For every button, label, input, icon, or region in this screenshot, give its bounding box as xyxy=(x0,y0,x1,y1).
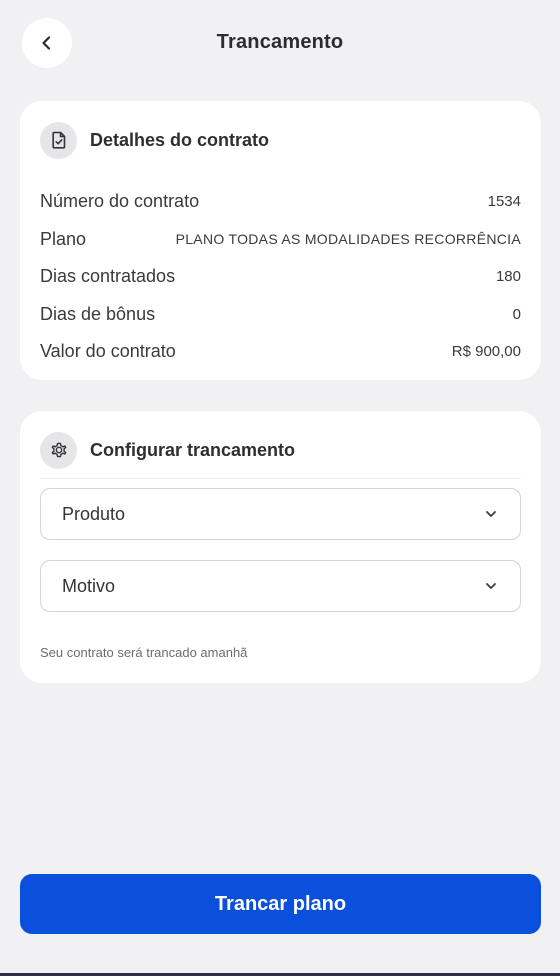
lock-config-card: Configurar trancamento Produto Motivo Se… xyxy=(20,411,541,683)
chevron-down-icon xyxy=(486,511,496,517)
row-label: Valor do contrato xyxy=(40,341,176,362)
plan-row: Plano PLANO TODAS AS MODALIDADES RECORRÊ… xyxy=(40,221,521,259)
reason-select[interactable]: Motivo xyxy=(40,560,521,612)
row-value: PLANO TODAS AS MODALIDADES RECORRÊNCIA xyxy=(175,231,521,248)
row-value: 0 xyxy=(512,305,521,323)
product-select[interactable]: Produto xyxy=(40,488,521,540)
row-label: Número do contrato xyxy=(40,191,200,212)
row-label: Plano xyxy=(40,228,87,249)
gear-icon xyxy=(40,431,77,469)
row-label: Dias contratados xyxy=(40,266,176,287)
chevron-down-icon xyxy=(486,583,496,589)
product-select-label: Produto xyxy=(62,503,126,524)
screen: Trancamento Detalhes do contrato Número … xyxy=(0,0,560,976)
contracted-days-row: Dias contratados 180 xyxy=(40,258,521,296)
header: Trancamento xyxy=(0,0,560,88)
document-check-icon xyxy=(40,121,77,159)
bonus-days-row: Dias de bônus 0 xyxy=(40,296,521,334)
row-value: 1534 xyxy=(487,193,521,211)
lock-plan-button[interactable]: Trancar plano xyxy=(20,874,541,934)
row-label: Dias de bônus xyxy=(40,303,156,324)
contract-details-header: Detalhes do contrato xyxy=(40,121,269,159)
lock-date-hint: Seu contrato será trancado amanhã xyxy=(40,645,248,660)
row-value: 180 xyxy=(495,268,521,286)
row-value: R$ 900,00 xyxy=(451,343,521,361)
lock-config-header: Configurar trancamento xyxy=(40,431,295,469)
page-title: Trancamento xyxy=(216,31,344,53)
lock-config-title: Configurar trancamento xyxy=(90,439,296,460)
contract-details-card: Detalhes do contrato Número do contrato … xyxy=(20,101,541,380)
contract-details-title: Detalhes do contrato xyxy=(90,129,270,150)
divider xyxy=(40,478,521,479)
reason-select-label: Motivo xyxy=(62,575,116,596)
contract-value-row: Valor do contrato R$ 900,00 xyxy=(40,333,521,371)
contract-number-row: Número do contrato 1534 xyxy=(40,183,521,221)
contract-details-list: Número do contrato 1534 Plano PLANO TODA… xyxy=(40,183,521,371)
